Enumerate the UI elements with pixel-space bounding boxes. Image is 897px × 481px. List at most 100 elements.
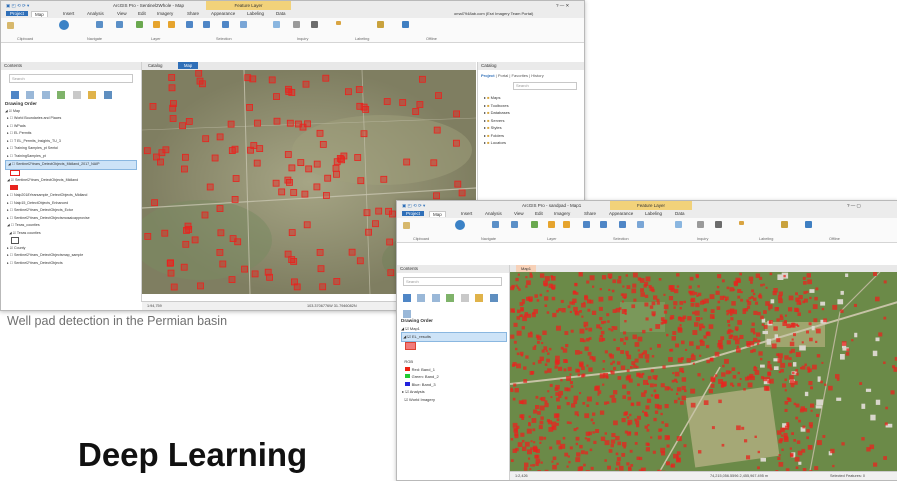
basemap-icon[interactable]: [531, 221, 538, 228]
context-tab-feature-layer[interactable]: Feature Layer: [610, 201, 692, 210]
catalog-tab-project[interactable]: Project: [481, 73, 495, 78]
select-icon[interactable]: [583, 221, 590, 228]
tab-insert[interactable]: Insert: [461, 211, 472, 216]
add-preset-icon[interactable]: [563, 221, 570, 228]
tab-project[interactable]: Project: [402, 211, 424, 216]
layer-item[interactable]: ▸ ☐ Training Samples_pt Sentol: [5, 145, 137, 153]
list-by-charts-icon[interactable]: [104, 91, 112, 99]
select-by-attributes-icon[interactable]: [600, 221, 607, 228]
catalog-tab-favorites[interactable]: Favorites: [512, 73, 528, 78]
tab-view[interactable]: View: [514, 211, 524, 216]
list-by-editing-icon[interactable]: [446, 294, 454, 302]
basemap-icon[interactable]: [136, 21, 143, 28]
tab-share[interactable]: Share: [187, 11, 199, 16]
catalog-item-locators[interactable]: ▸ ■ Locators: [484, 139, 579, 147]
catalog-item-toolboxes[interactable]: ▸ ■ Toolboxes: [484, 102, 579, 110]
tab-share[interactable]: Share: [584, 211, 596, 216]
layer-item[interactable]: ▸ ☐ Sentinel2Years_DetectObjects_Ector: [5, 207, 137, 215]
layer-item[interactable]: ▸ ☐ EL Permits: [5, 130, 137, 138]
tab-view[interactable]: View: [117, 11, 127, 16]
layer-item[interactable]: ▸ ☐ TrainingSamples_pt: [5, 153, 137, 161]
list-by-selection-icon[interactable]: [432, 294, 440, 302]
infographics-icon[interactable]: [675, 221, 682, 228]
list-by-selection-icon[interactable]: [42, 91, 50, 99]
catalog-tab-history[interactable]: History: [531, 73, 543, 78]
quick-access-icons[interactable]: ▣ ◰ ⟲ ⟳ ▾: [402, 203, 425, 209]
quick-access-icons[interactable]: ▣ ◰ ⟲ ⟳ ▾: [6, 3, 29, 9]
bookmarks-icon[interactable]: [96, 21, 103, 28]
select-by-attributes-icon[interactable]: [203, 21, 210, 28]
pause-icon[interactable]: [739, 221, 744, 225]
context-tab-feature-layer[interactable]: Feature Layer: [206, 1, 291, 10]
tab-imagery[interactable]: Imagery: [554, 211, 570, 216]
attributes-icon[interactable]: [240, 21, 247, 28]
tab-imagery[interactable]: Imagery: [157, 11, 173, 16]
add-data-icon[interactable]: [153, 21, 160, 28]
locate-icon[interactable]: [715, 221, 722, 228]
layer-item[interactable]: ◢ ☑ Texas counties: [5, 230, 137, 238]
contents-search-input[interactable]: Search: [9, 74, 133, 83]
list-by-editing-icon[interactable]: [57, 91, 65, 99]
catalog-tab-portal[interactable]: Portal: [498, 73, 508, 78]
tab-data[interactable]: Data: [276, 11, 286, 16]
explore-icon[interactable]: [455, 220, 465, 230]
select-icon[interactable]: [186, 21, 193, 28]
tab-insert[interactable]: Insert: [63, 11, 74, 16]
tab-map-view[interactable]: Map: [178, 62, 198, 69]
window-controls[interactable]: ? — ▢: [847, 203, 861, 209]
list-by-drawing-order-icon[interactable]: [403, 294, 411, 302]
measure-icon[interactable]: [697, 221, 704, 228]
list-by-source-icon[interactable]: [26, 91, 34, 99]
tab-project[interactable]: Project: [6, 11, 28, 16]
tab-data[interactable]: Data: [675, 211, 685, 216]
contents-search-input[interactable]: Search: [403, 277, 502, 286]
layer-item[interactable]: ☑ World Imagery: [401, 396, 507, 404]
convert-annotation-icon[interactable]: [377, 21, 384, 28]
select-by-location-icon[interactable]: [619, 221, 626, 228]
list-by-snapping-icon[interactable]: [461, 294, 469, 302]
layer-item-selected[interactable]: ◢ ☑ EL_results: [401, 332, 507, 342]
layer-item[interactable]: ◢ ☑ Sentinel2Years_DetectObjects_Midland: [5, 177, 137, 185]
goto-xy-icon[interactable]: [116, 21, 123, 28]
tab-analysis[interactable]: Analysis: [485, 211, 502, 216]
catalog-item-servers[interactable]: ▸ ■ Servers: [484, 117, 579, 125]
map-view-trees[interactable]: [510, 272, 897, 471]
pause-icon[interactable]: [336, 21, 341, 25]
tab-appearance[interactable]: Appearance: [211, 11, 235, 16]
tab-labeling[interactable]: Labeling: [247, 11, 264, 16]
tab-map[interactable]: Map: [31, 11, 48, 17]
catalog-item-styles[interactable]: ▸ ■ Styles: [484, 124, 579, 132]
paste-icon[interactable]: [7, 22, 14, 29]
list-by-source-icon[interactable]: [417, 294, 425, 302]
map-scale[interactable]: 1:94,759: [147, 304, 162, 308]
layer-item[interactable]: ▸ ☐ WPads: [5, 123, 137, 131]
add-data-icon[interactable]: [548, 221, 555, 228]
account-name[interactable]: omal7948ab.com (Esri Imagery Team Portal…: [454, 11, 533, 16]
tab-map1-view[interactable]: Map1: [516, 265, 536, 272]
layer-item[interactable]: ▸ ☐ Naip15_DetectObjects_Enhanced: [5, 200, 137, 208]
measure-icon[interactable]: [293, 21, 300, 28]
tab-analysis[interactable]: Analysis: [87, 11, 104, 16]
catalog-item-folders[interactable]: ▸ ■ Folders: [484, 132, 579, 140]
layer-item[interactable]: ▸ ☑ County: [5, 245, 137, 253]
layer-item[interactable]: ◢ ☐ Texas_counties: [5, 222, 137, 230]
tab-edit[interactable]: Edit: [535, 211, 543, 216]
list-by-snapping-icon[interactable]: [73, 91, 81, 99]
layer-item[interactable]: ◢ ☑ Map1: [401, 325, 507, 333]
layer-item[interactable]: ▸ ☐ Naip2018Yearsample_DetectObjects_Mid…: [5, 192, 137, 200]
tab-labeling[interactable]: Labeling: [645, 211, 662, 216]
layer-item[interactable]: ▸ ☐ Sentinel2Years_DetectObjects: [5, 260, 137, 268]
layer-item[interactable]: ◢ ☑ Map: [5, 108, 137, 116]
window-controls[interactable]: ? — ✕: [556, 3, 569, 9]
layer-item[interactable]: ▸ ☐ Sentinel2Years_DetectObjectsmap_samp…: [5, 252, 137, 260]
download-map-icon[interactable]: [402, 21, 409, 28]
explore-icon[interactable]: [59, 20, 69, 30]
catalog-item-databases[interactable]: ▸ ■ Databases: [484, 109, 579, 117]
tab-map[interactable]: Map: [429, 211, 446, 217]
add-preset-icon[interactable]: [168, 21, 175, 28]
convert-annotation-icon[interactable]: [781, 221, 788, 228]
catalog-item-maps[interactable]: ▸ ■ Maps: [484, 94, 579, 102]
list-by-charts-icon[interactable]: [490, 294, 498, 302]
select-by-location-icon[interactable]: [222, 21, 229, 28]
download-map-icon[interactable]: [805, 221, 812, 228]
